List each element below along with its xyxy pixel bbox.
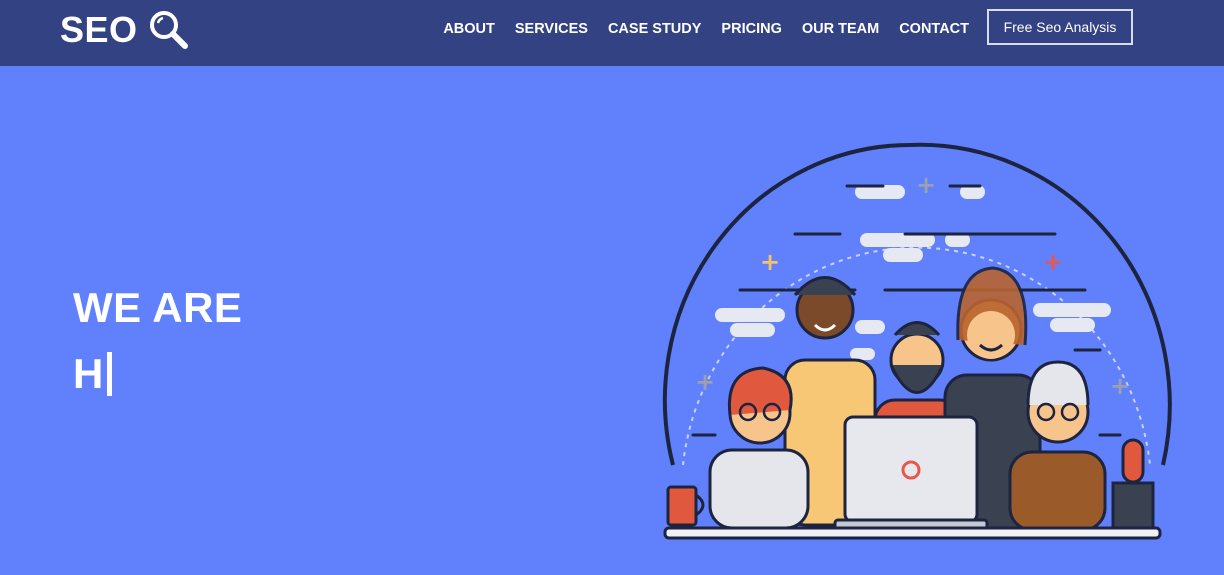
nav-services[interactable]: SERVICES	[515, 20, 588, 38]
svg-text:+: +	[760, 248, 780, 276]
free-seo-analysis-button[interactable]: Free Seo Analysis	[987, 9, 1133, 45]
typing-cursor	[107, 352, 113, 396]
main-nav: ABOUT SERVICES CASE STUDY PRICING OUR TE…	[423, 20, 969, 38]
team-illustration: + + + + +	[655, 130, 1175, 550]
nav-about[interactable]: ABOUT	[443, 20, 495, 38]
svg-text:+: +	[916, 171, 936, 199]
svg-text:+: +	[695, 368, 715, 396]
brand-name: SEO	[60, 9, 138, 50]
nav-case-study[interactable]: CASE STUDY	[608, 20, 701, 38]
svg-text:+: +	[1043, 248, 1063, 276]
navbar: SEO ABOUT SERVICES CASE STUDY PRICING OU…	[0, 0, 1224, 66]
brand-logo[interactable]: SEO	[60, 8, 190, 52]
magnifying-glass-icon	[148, 9, 190, 51]
hero-typed-text: H	[73, 350, 104, 397]
nav-contact[interactable]: CONTACT	[899, 20, 969, 38]
svg-text:+: +	[1110, 372, 1130, 400]
hero-heading: WE ARE	[73, 284, 243, 331]
nav-our-team[interactable]: OUR TEAM	[802, 20, 879, 38]
nav-pricing[interactable]: PRICING	[721, 20, 781, 38]
hero-typed-line: H	[73, 350, 113, 398]
